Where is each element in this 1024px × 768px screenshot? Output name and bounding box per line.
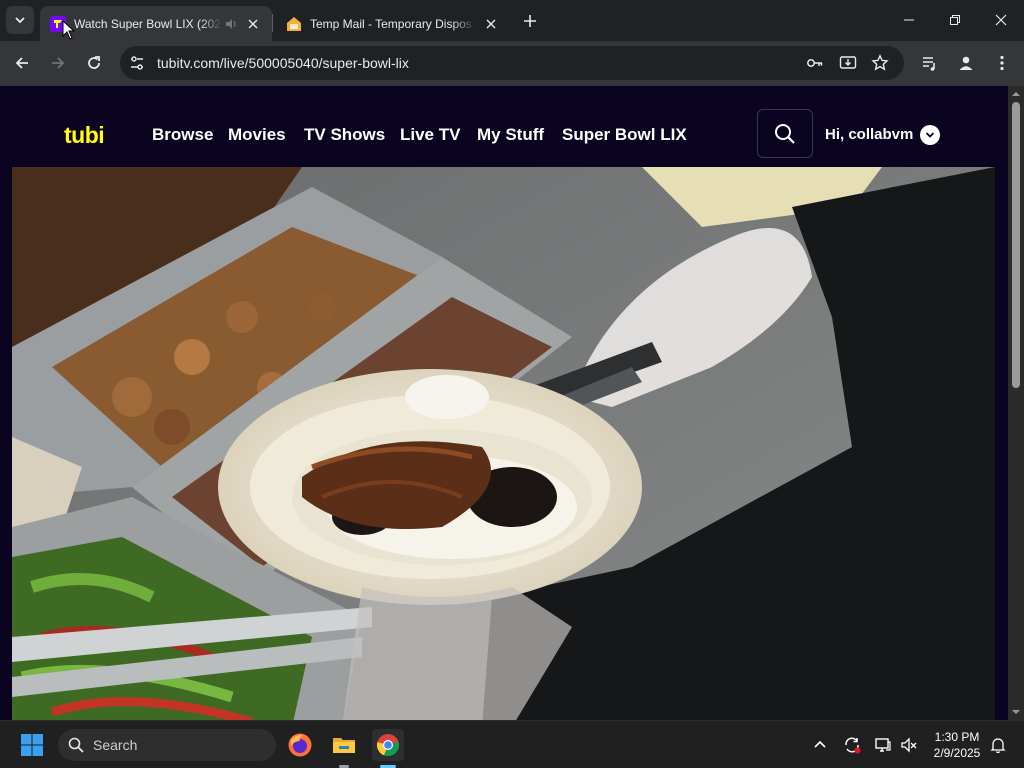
forward-button[interactable] (42, 47, 74, 79)
sync-icon (845, 737, 861, 754)
taskbar-search-box[interactable]: Search (58, 729, 276, 761)
volume-muted-icon (901, 737, 917, 753)
install-app-icon[interactable] (839, 54, 857, 72)
tubi-page: tubi Browse Movies TV Shows Live TV My S… (0, 86, 1008, 720)
page-scrollbar[interactable] (1008, 86, 1024, 720)
minimize-button[interactable] (886, 0, 932, 40)
network-icon (875, 738, 891, 752)
chevron-up-icon (814, 740, 826, 748)
tray-sync-button[interactable] (836, 729, 868, 761)
nav-tv-shows[interactable]: TV Shows (304, 125, 385, 145)
nav-live-tv[interactable]: Live TV (400, 125, 460, 145)
plus-icon (524, 15, 536, 27)
back-button[interactable] (6, 47, 38, 79)
bookmark-star-icon[interactable] (871, 54, 889, 72)
taskbar-chrome[interactable] (372, 729, 404, 761)
tray-volume-button[interactable] (893, 729, 925, 761)
taskbar-search-placeholder: Search (93, 737, 138, 753)
media-controls-button[interactable] (918, 51, 942, 75)
url-text[interactable]: tubitv.com/live/500005040/super-bowl-lix (157, 55, 409, 71)
start-button[interactable] (16, 729, 48, 761)
file-explorer-icon (333, 738, 355, 753)
search-icon (775, 123, 795, 144)
profile-icon (959, 56, 973, 70)
chevron-down-icon (925, 132, 935, 138)
video-frame (12, 167, 995, 720)
search-icon (68, 737, 84, 753)
browser-toolbar: tubitv.com/live/500005040/super-bowl-lix (0, 41, 1024, 86)
nav-super-bowl-lix[interactable]: Super Bowl LIX (562, 125, 687, 145)
speaker-icon[interactable] (224, 17, 238, 31)
password-key-icon[interactable] (806, 54, 824, 72)
nav-my-stuff[interactable]: My Stuff (477, 125, 544, 145)
site-info-icon[interactable] (128, 54, 146, 72)
windows-start-icon (21, 734, 43, 756)
profile-button[interactable] (954, 51, 978, 75)
tab-strip: Watch Super Bowl LIX (2025 Temp Mail - T… (0, 0, 1024, 41)
reload-icon (88, 56, 100, 69)
close-window-button[interactable] (978, 0, 1024, 40)
taskbar-firefox[interactable] (284, 729, 316, 761)
scroll-down-icon[interactable] (1011, 707, 1021, 717)
scroll-thumb[interactable] (1012, 102, 1020, 388)
minimize-icon (904, 19, 914, 21)
address-bar[interactable]: tubitv.com/live/500005040/super-bowl-lix (120, 46, 904, 80)
arrow-right-icon (52, 57, 65, 69)
close-icon (486, 19, 496, 28)
more-vert-icon (1000, 55, 1004, 71)
tab-close-button[interactable] (482, 15, 500, 33)
tab-divider (272, 14, 273, 32)
temp-mail-favicon-icon (287, 16, 301, 31)
arrow-left-icon (15, 57, 28, 69)
tab-title: Temp Mail - Temporary Dispos (310, 16, 472, 31)
tubi-search-button[interactable] (757, 109, 813, 158)
chrome-icon (376, 734, 399, 757)
video-player[interactable] (12, 167, 995, 720)
taskbar-file-explorer[interactable] (328, 729, 360, 761)
tray-overflow-button[interactable] (804, 729, 836, 761)
tab-close-button[interactable] (244, 15, 262, 33)
close-icon (995, 14, 1007, 26)
tubi-header: tubi Browse Movies TV Shows Live TV My S… (0, 86, 1008, 168)
tab-search-button[interactable] (6, 6, 34, 34)
notifications-button[interactable] (982, 729, 1014, 761)
tab-title: Watch Super Bowl LIX (2025 (74, 16, 222, 31)
scroll-up-icon[interactable] (1011, 89, 1021, 99)
notification-bell-icon (990, 738, 1006, 753)
tubi-logo[interactable]: tubi (64, 122, 105, 149)
new-tab-button[interactable] (518, 9, 542, 33)
close-icon (248, 19, 258, 28)
tab-temp-mail[interactable]: Temp Mail - Temporary Dispos (276, 6, 510, 41)
nav-browse[interactable]: Browse (152, 125, 213, 145)
firefox-icon (288, 733, 312, 757)
media-queue-icon (923, 57, 935, 71)
nav-movies[interactable]: Movies (228, 125, 286, 145)
restore-button[interactable] (932, 0, 978, 40)
mouse-cursor-icon (62, 20, 76, 40)
windows-taskbar: Search 1:30 PM 2/9/2025 (0, 720, 1024, 768)
reload-button[interactable] (78, 47, 110, 79)
user-greeting[interactable]: Hi, collabvm (825, 126, 913, 143)
chrome-menu-button[interactable] (990, 51, 1014, 75)
restore-icon (950, 15, 960, 25)
account-menu-button[interactable] (920, 125, 940, 145)
chevron-down-icon (15, 17, 25, 24)
